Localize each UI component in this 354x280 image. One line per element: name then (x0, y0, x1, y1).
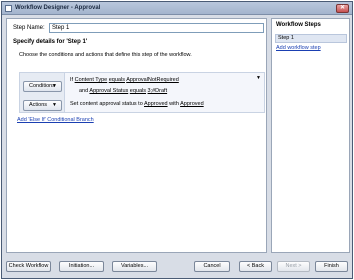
condition-operator-link[interactable]: equals (109, 77, 125, 83)
action-line: Set content approval status to Approved … (70, 101, 204, 107)
conditional-branch: Conditions ▼ Actions ▼ If Content Type e… (19, 72, 265, 113)
variables-button[interactable]: Variables... (112, 261, 157, 272)
condition-value-link[interactable]: ApprovalNotRequired (126, 77, 179, 83)
workflow-designer-window: Workflow Designer - Approval ✕ Step Name… (1, 1, 353, 279)
next-button[interactable]: Next > (277, 261, 310, 272)
add-else-if-link[interactable]: Add 'Else If' Conditional Branch (17, 117, 94, 123)
initiation-button[interactable]: Initiation... (59, 261, 104, 272)
condition-line-1: If Content Type equals ApprovalNotRequir… (70, 77, 179, 83)
specify-details-header: Specify details for 'Step 1' (13, 39, 88, 45)
step-details-panel: Step Name: Step 1 Specify details for 'S… (6, 18, 267, 253)
add-workflow-step-link[interactable]: Add workflow step (276, 45, 321, 51)
finish-button[interactable]: Finish (315, 261, 348, 272)
chevron-down-icon: ▼ (52, 83, 57, 89)
condition-prefix: If (70, 77, 74, 83)
workflow-steps-panel: Workflow Steps Step 1 Add workflow step (271, 18, 350, 253)
workflow-steps-title: Workflow Steps (276, 22, 321, 28)
app-icon (5, 5, 12, 12)
chevron-down-icon: ▼ (52, 102, 57, 108)
title-bar[interactable]: Workflow Designer - Approval ✕ (2, 2, 352, 15)
close-icon[interactable]: ✕ (336, 4, 349, 13)
condition-prefix: and (79, 88, 89, 94)
action-status-link[interactable]: Approved (144, 101, 168, 107)
back-button[interactable]: < Back (239, 261, 272, 272)
action-text: Set content approval status to (70, 101, 143, 107)
actions-button-label: Actions (29, 102, 48, 108)
step-name-input[interactable]: Step 1 (49, 23, 264, 33)
condition-field-link[interactable]: Approval Status (89, 88, 128, 94)
check-workflow-button[interactable]: Check Workflow (6, 261, 51, 272)
instructions-text: Choose the conditions and actions that d… (19, 52, 192, 58)
action-text: with (169, 101, 179, 107)
conditions-button[interactable]: Conditions ▼ (23, 81, 62, 92)
condition-line-2: and Approval Status equals 3;#Draft (79, 88, 167, 94)
step-name-label: Step Name: (13, 25, 45, 31)
actions-button[interactable]: Actions ▼ (23, 100, 62, 111)
step-name-row: Step Name: Step 1 (13, 23, 265, 34)
branch-button-column: Conditions ▼ Actions ▼ (20, 73, 65, 112)
cancel-button[interactable]: Cancel (194, 261, 230, 272)
workflow-step-item[interactable]: Step 1 (275, 34, 347, 43)
condition-field-link[interactable]: Content Type (75, 77, 108, 83)
footer-button-bar: Check Workflow Initiation... Variables..… (2, 258, 352, 278)
branch-menu-icon[interactable]: ▼ (256, 75, 261, 81)
condition-value-link[interactable]: 3;#Draft (148, 88, 168, 94)
action-comment-link[interactable]: Approved (180, 101, 204, 107)
window-title: Workflow Designer - Approval (15, 5, 101, 11)
condition-operator-link[interactable]: equals (130, 88, 146, 94)
